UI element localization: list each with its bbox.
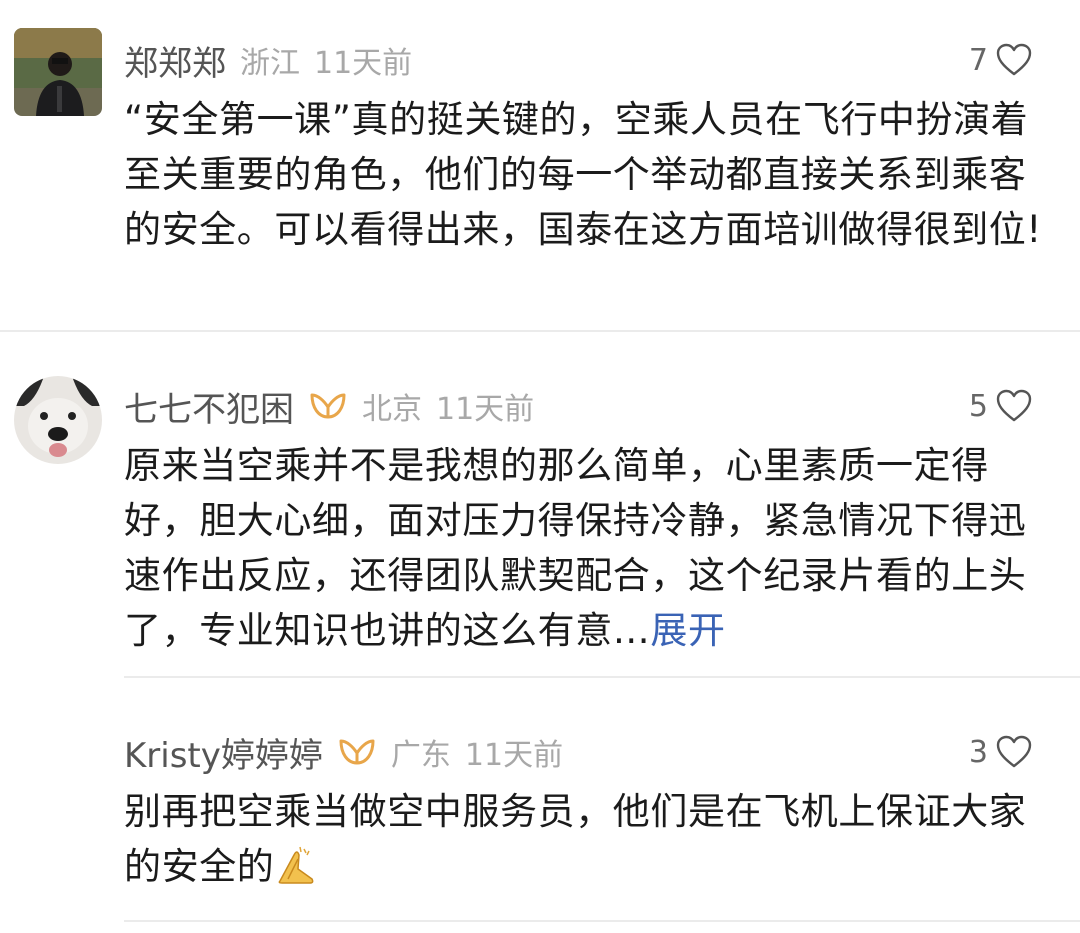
location: 北京	[362, 392, 422, 427]
username[interactable]: 七七不犯困	[124, 382, 294, 431]
comment-meta: 浙江 11天前	[240, 38, 412, 82]
like-count: 7	[968, 42, 988, 78]
like-button[interactable]: 7	[969, 43, 1032, 78]
comment-text: “安全第一课”真的挺关键的，空乘人员在飞行中扮演着至关重要的角色，他们的每一个举…	[124, 92, 1044, 257]
praying-hands-icon	[279, 846, 314, 884]
username[interactable]: Kristy婷婷婷	[124, 728, 323, 777]
vip-badge-icon	[310, 393, 346, 419]
location: 浙江	[240, 46, 300, 81]
comment-body: 原来当空乘并不是我想的那么简单，心里素质一定得好，胆大心细，面对压力得保持冷静，…	[124, 444, 1027, 652]
divider	[124, 676, 1080, 678]
divider	[0, 330, 1080, 332]
like-count: 5	[968, 388, 988, 424]
like-count: 3	[968, 734, 988, 770]
comment-body: “安全第一课”真的挺关键的，空乘人员在飞行中扮演着至关重要的角色，他们的每一个举…	[124, 98, 1042, 251]
timestamp: 11天前	[314, 46, 413, 81]
username[interactable]: 郑郑郑	[124, 36, 226, 85]
timestamp: 11天前	[464, 738, 564, 773]
avatar[interactable]	[14, 376, 102, 464]
comment-header: 郑郑郑 浙江 11天前 7	[124, 34, 1032, 86]
timestamp: 11天前	[436, 392, 535, 427]
location: 广东	[390, 738, 451, 773]
avatar[interactable]	[14, 28, 102, 116]
comment-text: 别再把空乘当做空中服务员，他们是在飞机上保证大家的安全的	[124, 784, 1044, 894]
comment-header: Kristy婷婷婷 广东 11天前 3	[124, 726, 1032, 778]
comment-meta: 北京 11天前	[362, 384, 534, 428]
comment-body: 别再把空乘当做空中服务员，他们是在飞机上保证大家的安全的	[124, 790, 1027, 888]
vip-badge-icon	[339, 739, 375, 765]
divider	[124, 920, 1080, 922]
like-button[interactable]: 3	[969, 735, 1032, 770]
comment-header: 七七不犯困 北京 11天前 5	[124, 380, 1032, 432]
heart-icon[interactable]	[996, 43, 1032, 77]
heart-icon[interactable]	[996, 735, 1032, 769]
comment-text: 原来当空乘并不是我想的那么简单，心里素质一定得好，胆大心细，面对压力得保持冷静，…	[124, 438, 1044, 658]
heart-icon[interactable]	[996, 389, 1032, 423]
like-button[interactable]: 5	[969, 389, 1032, 424]
comment-meta: 广东 11天前	[391, 730, 563, 774]
expand-link[interactable]: 展开	[650, 609, 725, 652]
